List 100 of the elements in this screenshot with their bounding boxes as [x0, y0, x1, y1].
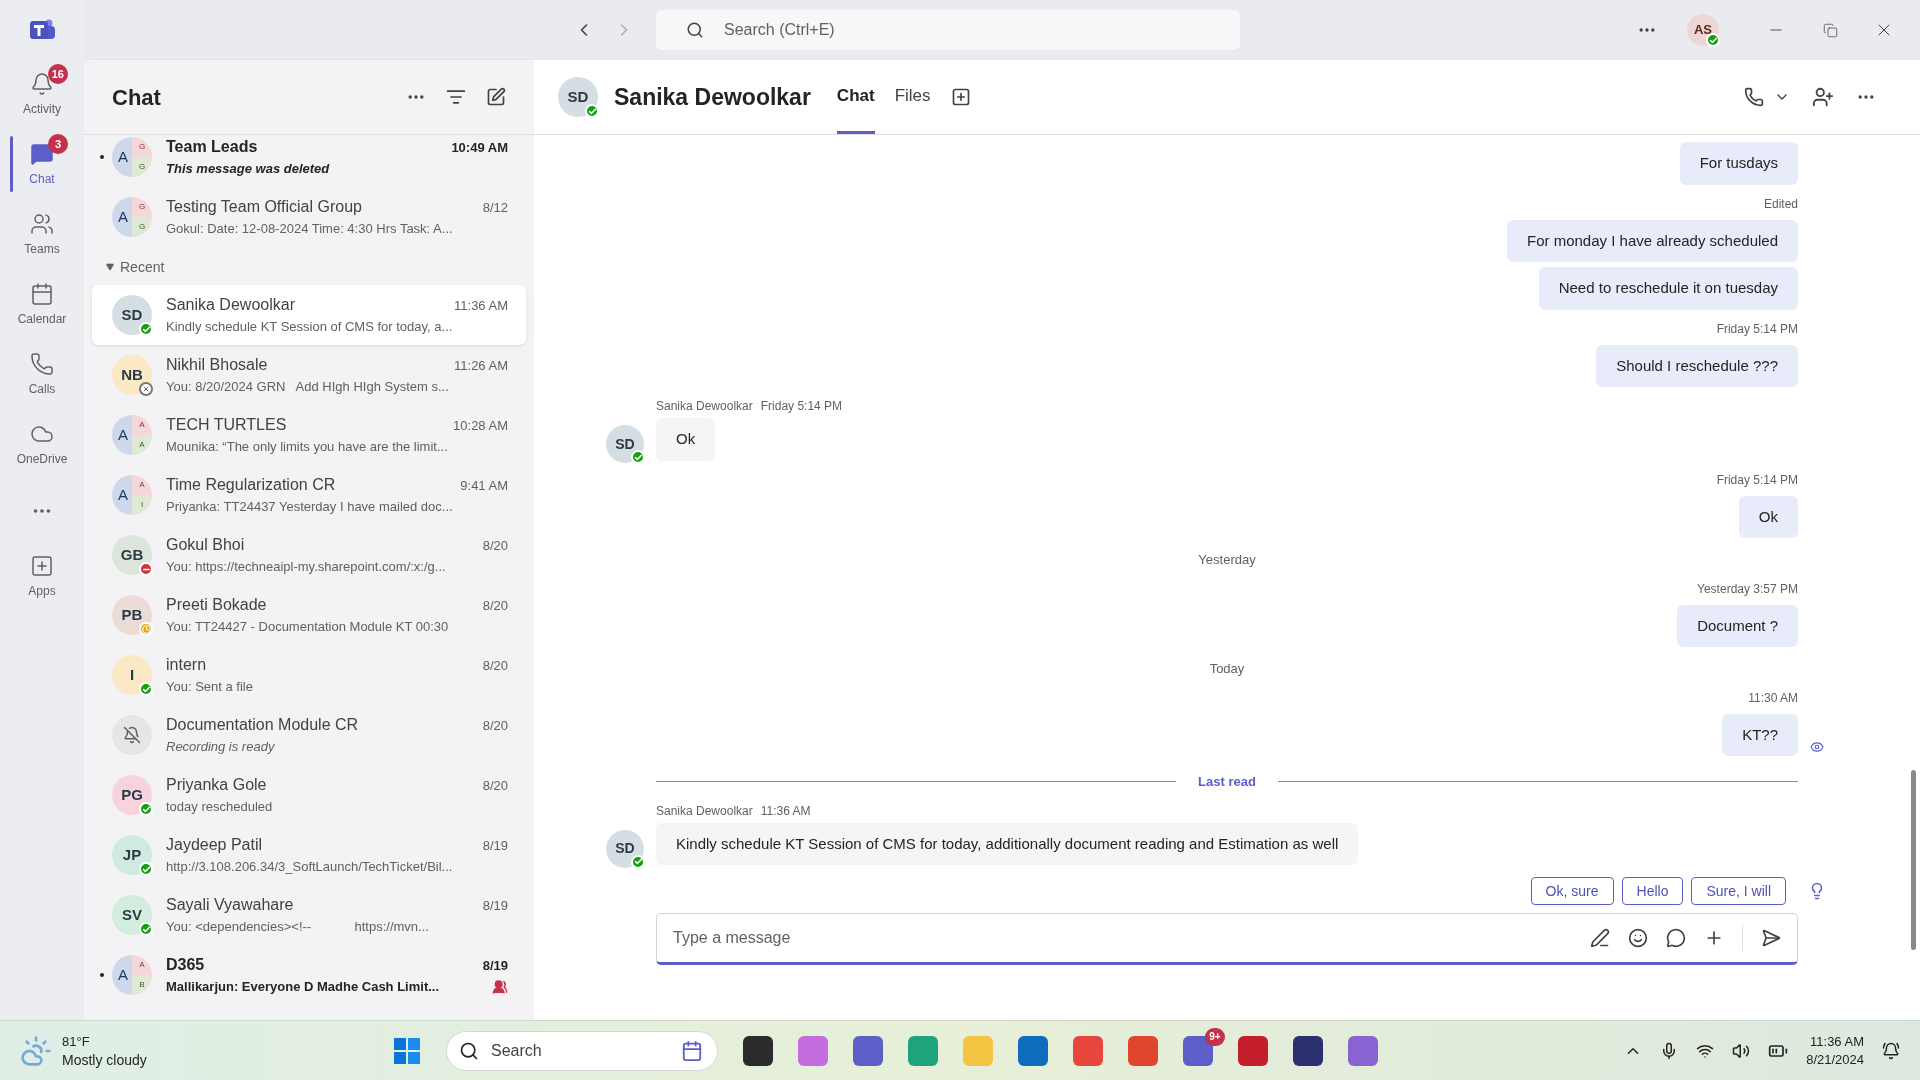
avatar: I: [112, 655, 152, 695]
chat-list-item[interactable]: A G G Team Leads 10:49 AM This message was deleted: [92, 127, 526, 187]
chat-preview: You: Sent a file: [166, 678, 253, 697]
chat-preview: Kindly schedule KT Session of CMS for today, a...: [166, 318, 453, 337]
chat-list-item[interactable]: SV Sayali Vyawahare 8/19 You: <dependencies><!-- https://mvn...: [92, 885, 526, 945]
chat-list-item[interactable]: Documentation Module CR 8/20 Recording is ready: [92, 705, 526, 765]
app-icon[interactable]: [1293, 1035, 1323, 1066]
search-field[interactable]: Search (Ctrl+E): [656, 10, 1240, 50]
chat-preview: You: 8/20/2024 GRN Add HIgh HIgh System s...: [166, 378, 449, 397]
add-tab-icon[interactable]: [950, 87, 971, 107]
chat-list-item[interactable]: PB Preeti Bokade 8/20 You: TT24427 - Documentation Module KT 00:30: [92, 585, 526, 645]
suggested-reply-button[interactable]: Hello: [1621, 877, 1684, 905]
start-icon[interactable]: [393, 1036, 421, 1065]
suggested-reply-button[interactable]: Sure, I will: [1691, 877, 1786, 905]
restore-icon[interactable]: [1823, 22, 1838, 38]
chat-time: 8/20: [482, 537, 508, 556]
avatar: PG: [112, 775, 152, 815]
notification-icon[interactable]: [1882, 1041, 1900, 1060]
chat-name: Preeti Bokade: [166, 595, 267, 616]
chat-list-item[interactable]: SD Sanika Dewoolkar 11:36 AM Kindly schedule KT Session of CMS for today, a...: [92, 285, 526, 345]
section-header[interactable]: Recent: [84, 249, 534, 285]
day-separator: Today: [1209, 660, 1245, 678]
sent-message-bubble: KT??: [1722, 713, 1798, 756]
chat-icon: [30, 142, 54, 166]
chat-name: Sanika Dewoolkar: [166, 295, 295, 316]
last-read-marker: Last read: [1198, 773, 1256, 791]
rail-item[interactable]: Apps: [0, 542, 84, 612]
phone-icon: [30, 352, 54, 376]
rail-item[interactable]: Calls: [0, 340, 84, 410]
group-mention-icon: [492, 979, 508, 995]
call-icon[interactable]: [1744, 87, 1764, 107]
chat-name: Sayali Vyawahare: [166, 895, 294, 916]
chat-list-item[interactable]: GB Gokul Bhoi 8/20 You: https://techneaipl-my.sharepoint.com/:x:/g...: [92, 525, 526, 585]
chat-name: D365: [166, 955, 205, 976]
rail-item[interactable]: OneDrive: [0, 410, 84, 480]
chat-time: 10:28 AM: [453, 417, 508, 436]
bell-icon: [30, 72, 54, 96]
calendar-icon: [30, 282, 54, 306]
sticker-icon[interactable]: [1666, 928, 1686, 948]
send-icon[interactable]: [1761, 928, 1781, 948]
tab[interactable]: Chat: [836, 60, 875, 134]
chat-list-item[interactable]: A A B D365 8/19 Mallikarjun: Everyone D Madhe Cash Limit...: [92, 945, 526, 1005]
profile-avatar[interactable]: AS: [1687, 14, 1719, 46]
filter-icon[interactable]: [446, 87, 466, 107]
avatar: PB: [112, 595, 152, 635]
chat-name: Time Regularization CR: [166, 475, 336, 496]
sender-name: Sanika Dewoolkar: [656, 398, 753, 415]
format-icon[interactable]: [1590, 928, 1610, 948]
rail-item[interactable]: 16 Activity: [0, 60, 84, 130]
panel-title: Chat: [112, 83, 161, 112]
chat-list-item[interactable]: NB Nikhil Bhosale 11:26 AM You: 8/20/2024 GRN Add HIgh HIgh System s...: [92, 345, 526, 405]
chat-time: 8/20: [482, 597, 508, 616]
sent-message-bubble: Ok: [1738, 495, 1798, 538]
chat-list-item[interactable]: PG Priyanka Gole 8/20 today rescheduled: [92, 765, 526, 825]
received-message-bubble: Kindly schedule KT Session of CMS for today, additionally document reading and Estimation as well: [656, 822, 1359, 865]
message-input[interactable]: Type a message: [656, 913, 1798, 965]
emoji-icon[interactable]: [1628, 928, 1648, 948]
chat-preview: This message was deleted: [166, 160, 330, 179]
chat-list-item[interactable]: A G G Testing Team Official Group 8/12 Gokul: Date: 12-08-2024 Time: 4:30 Hrs Task: A...: [92, 187, 526, 247]
rail-item[interactable]: Calendar: [0, 270, 84, 340]
avatar: GB: [112, 535, 152, 575]
message-meta: 11:30 AM: [1748, 689, 1798, 707]
chat-preview: today rescheduled: [166, 798, 273, 817]
chat-list-item[interactable]: I intern 8/20 You: Sent a file: [92, 645, 526, 705]
volume-icon[interactable]: [1732, 1041, 1751, 1060]
chat-name: intern: [166, 655, 207, 676]
chat-name: Documentation Module CR: [166, 715, 359, 736]
avatar: SD: [112, 295, 152, 335]
chat-preview: Priyanka: TT24437 Yesterday I have mailed doc...: [166, 498, 453, 517]
tab[interactable]: Files: [894, 60, 931, 134]
day-separator: Yesterday: [1198, 551, 1256, 569]
search-icon: [686, 21, 704, 39]
chat-name: TECH TURTLES: [166, 415, 287, 436]
new-chat-icon[interactable]: [486, 87, 506, 107]
chat-name: Gokul Bhoi: [166, 535, 245, 556]
avatar: SV: [112, 895, 152, 935]
contact-name: Sanika Dewoolkar: [614, 82, 811, 112]
sender-name: Sanika Dewoolkar: [656, 802, 753, 820]
avatar: SD: [606, 829, 644, 868]
clock-date[interactable]: 8/21/2024: [1806, 1050, 1864, 1069]
caret-icon: [106, 263, 114, 271]
chat-list-item[interactable]: A A A TECH TURTLES 10:28 AM Mounika: “The only limits you have are the limit...: [92, 405, 526, 465]
notification-badge: 3: [48, 134, 68, 154]
notification-badge: 16: [47, 64, 68, 84]
chat-name: Priyanka Gole: [166, 775, 267, 796]
chat-preview: You: https://techneaipl-my.sharepoint.com/:x:/g...: [166, 558, 446, 577]
clock-time[interactable]: 11:36 AM: [1810, 1032, 1864, 1051]
chat-list-item[interactable]: JP Jaydeep Patil 8/19 http://3.108.206.34/3_SoftLaunch/TechTicket/Bil...: [92, 825, 526, 885]
message-meta: Yesterday 3:57 PM: [1697, 580, 1798, 598]
chat-time: 8/20: [482, 777, 508, 796]
chat-list-item[interactable]: A A I Time Regularization CR 9:41 AM Priyanka: TT24437 Yesterday I have mailed doc...: [92, 465, 526, 525]
chat-time: 8/20: [482, 717, 508, 736]
sent-message-bubble: Document ?: [1677, 604, 1798, 647]
rail-item[interactable]: 3 Chat: [0, 130, 84, 200]
rail-item[interactable]: Teams: [0, 200, 84, 270]
sent-message-bubble: Need to reschedule it on tuesday: [1538, 267, 1798, 310]
chat-time: 8/19: [482, 897, 508, 916]
add-people-icon[interactable]: [1812, 86, 1834, 108]
suggested-reply-button[interactable]: Ok, sure: [1530, 877, 1614, 905]
taskbar-search-field[interactable]: Search: [446, 1030, 718, 1071]
